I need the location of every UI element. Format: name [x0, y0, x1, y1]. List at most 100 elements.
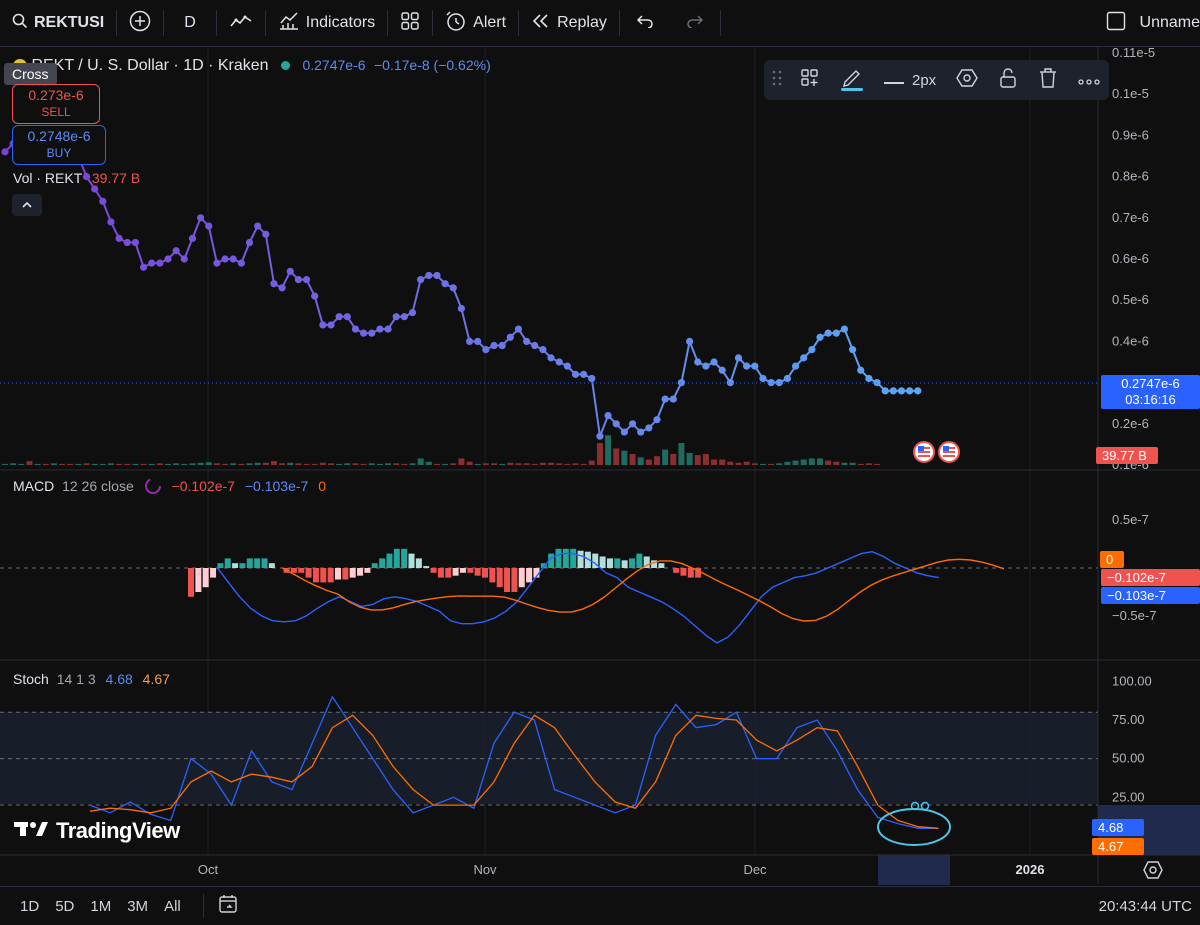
- price-point: [139, 263, 148, 271]
- volume-bar: [83, 463, 90, 465]
- price-point: [783, 374, 792, 383]
- lock-button[interactable]: [988, 60, 1028, 100]
- price-point: [498, 341, 506, 350]
- price-point: [213, 259, 221, 267]
- more-button[interactable]: [1068, 60, 1110, 100]
- macd-hist-bar: [474, 568, 481, 576]
- range-button-1m[interactable]: 1M: [82, 898, 119, 915]
- volume-legend: Vol · REKT 39.77 B: [13, 170, 140, 186]
- price-point: [376, 325, 384, 333]
- settings-button-axis[interactable]: [1143, 860, 1163, 885]
- macd-hist-bar: [195, 568, 202, 592]
- macd-hist-bar: [364, 568, 371, 573]
- macd-hist-bar: [224, 558, 231, 568]
- delete-button[interactable]: [1028, 60, 1068, 100]
- macd-hist-bar: [379, 558, 386, 568]
- settings-button[interactable]: [946, 60, 988, 100]
- volume-legend-value: 39.77 B: [91, 170, 141, 186]
- range-button-1d[interactable]: 1D: [12, 898, 47, 915]
- volume-bar: [197, 462, 204, 465]
- macd-value-zero: 0: [318, 478, 326, 495]
- sell-price: 0.273e-6: [28, 87, 84, 103]
- gear-icon: [956, 67, 979, 93]
- price-tick-label: 0.4e-6: [1112, 333, 1149, 348]
- price-point: [914, 387, 922, 395]
- macd-hist-bar: [489, 568, 496, 583]
- price-point: [107, 218, 115, 226]
- volume-bar: [2, 463, 8, 465]
- price-point: [237, 259, 245, 267]
- price-point: [580, 370, 588, 378]
- volume-bar: [654, 456, 660, 465]
- price-point: [180, 255, 188, 263]
- range-button-all[interactable]: All: [156, 898, 189, 915]
- us-flag-icon: [938, 441, 960, 463]
- price-point: [188, 234, 197, 242]
- price-point: [539, 346, 547, 354]
- volume-bar: [10, 463, 17, 465]
- macd-hist-bar: [232, 563, 239, 568]
- volume-bar: [181, 463, 188, 465]
- last-price-axis-label: 0.2747e-6: [1121, 376, 1180, 391]
- macd-hist-bar: [254, 558, 261, 568]
- chart-canvas[interactable]: 0.5e-7 −0.5e-7 100.00 75.00 50.00 25.00 0.11…: [0, 0, 1200, 924]
- sell-button[interactable]: 0.273e-6 SELL: [12, 84, 100, 124]
- volume-bar: [531, 463, 538, 465]
- macd-hist-bar: [636, 553, 643, 568]
- price-point: [514, 325, 523, 333]
- price-point: [759, 374, 767, 383]
- macd-hist-bar: [614, 558, 621, 568]
- line-width-button[interactable]: 2px: [874, 60, 946, 100]
- volume-bar: [254, 462, 261, 465]
- range-button-3m[interactable]: 3M: [119, 898, 156, 915]
- price-point: [99, 197, 107, 205]
- stoch-tick-label: 25.00: [1112, 789, 1145, 804]
- volume-bar: [629, 454, 636, 465]
- drag-handle[interactable]: [764, 60, 790, 100]
- volume-badge: 39.77 B: [1096, 447, 1158, 464]
- macd-value-hist: −0.102e-7: [171, 478, 235, 495]
- volume-bar: [279, 463, 286, 465]
- utc-clock[interactable]: 20:43:44 UTC: [1099, 898, 1200, 915]
- macd-hist-bar: [423, 566, 430, 568]
- volume-bar: [393, 463, 400, 465]
- volume-bar: [605, 435, 612, 465]
- chart-title: REKT / U. S. Dollar · 1D · Kraken: [31, 57, 269, 74]
- collapse-legend-button[interactable]: [12, 194, 42, 216]
- price-point: [637, 428, 645, 436]
- axes: 0.11e-5 0.1e-5 0.9e-6 0.8e-6 0.7e-6 0.6e-6 0.5…: [0, 45, 1155, 472]
- range-button-5d[interactable]: 5D: [47, 898, 82, 915]
- volume-bar: [319, 462, 326, 465]
- price-tick-label: 0.8e-6: [1112, 169, 1149, 184]
- price-line-segment: [460, 308, 471, 342]
- volume-bar: [189, 463, 196, 465]
- buy-button[interactable]: 0.2748e-6 BUY: [12, 125, 106, 165]
- macd-pane: 0.5e-7 −0.5e-7: [0, 512, 1156, 644]
- volume-bar: [768, 463, 775, 465]
- price-point: [294, 276, 302, 284]
- price-point: [311, 292, 319, 300]
- volume-bar: [515, 463, 522, 465]
- volume-bar: [539, 462, 546, 465]
- macd-hist-bar: [430, 568, 437, 573]
- price-tick-label: 0.11e-5: [1112, 45, 1155, 60]
- macd-hist-bar: [658, 563, 665, 568]
- price-point: [221, 255, 229, 263]
- line-color-button[interactable]: [830, 60, 874, 100]
- price-point: [840, 325, 849, 333]
- volume-bar: [156, 463, 163, 465]
- price-line-segment: [411, 279, 422, 313]
- goto-date-button[interactable]: [218, 893, 240, 919]
- macd-settings-icon[interactable]: [144, 477, 162, 498]
- price-line-segment: [680, 341, 691, 383]
- price-point: [1, 148, 9, 156]
- macd-hist-bar: [621, 560, 628, 568]
- cursor-mode-tooltip: Cross: [4, 63, 57, 85]
- template-button[interactable]: [790, 60, 830, 100]
- price-point: [490, 341, 498, 350]
- macd-hist-bar: [261, 558, 268, 568]
- volume-bar: [759, 463, 766, 465]
- volume-bar: [662, 449, 669, 465]
- macd-name: MACD: [13, 478, 55, 495]
- macd-hist-bar: [408, 553, 415, 568]
